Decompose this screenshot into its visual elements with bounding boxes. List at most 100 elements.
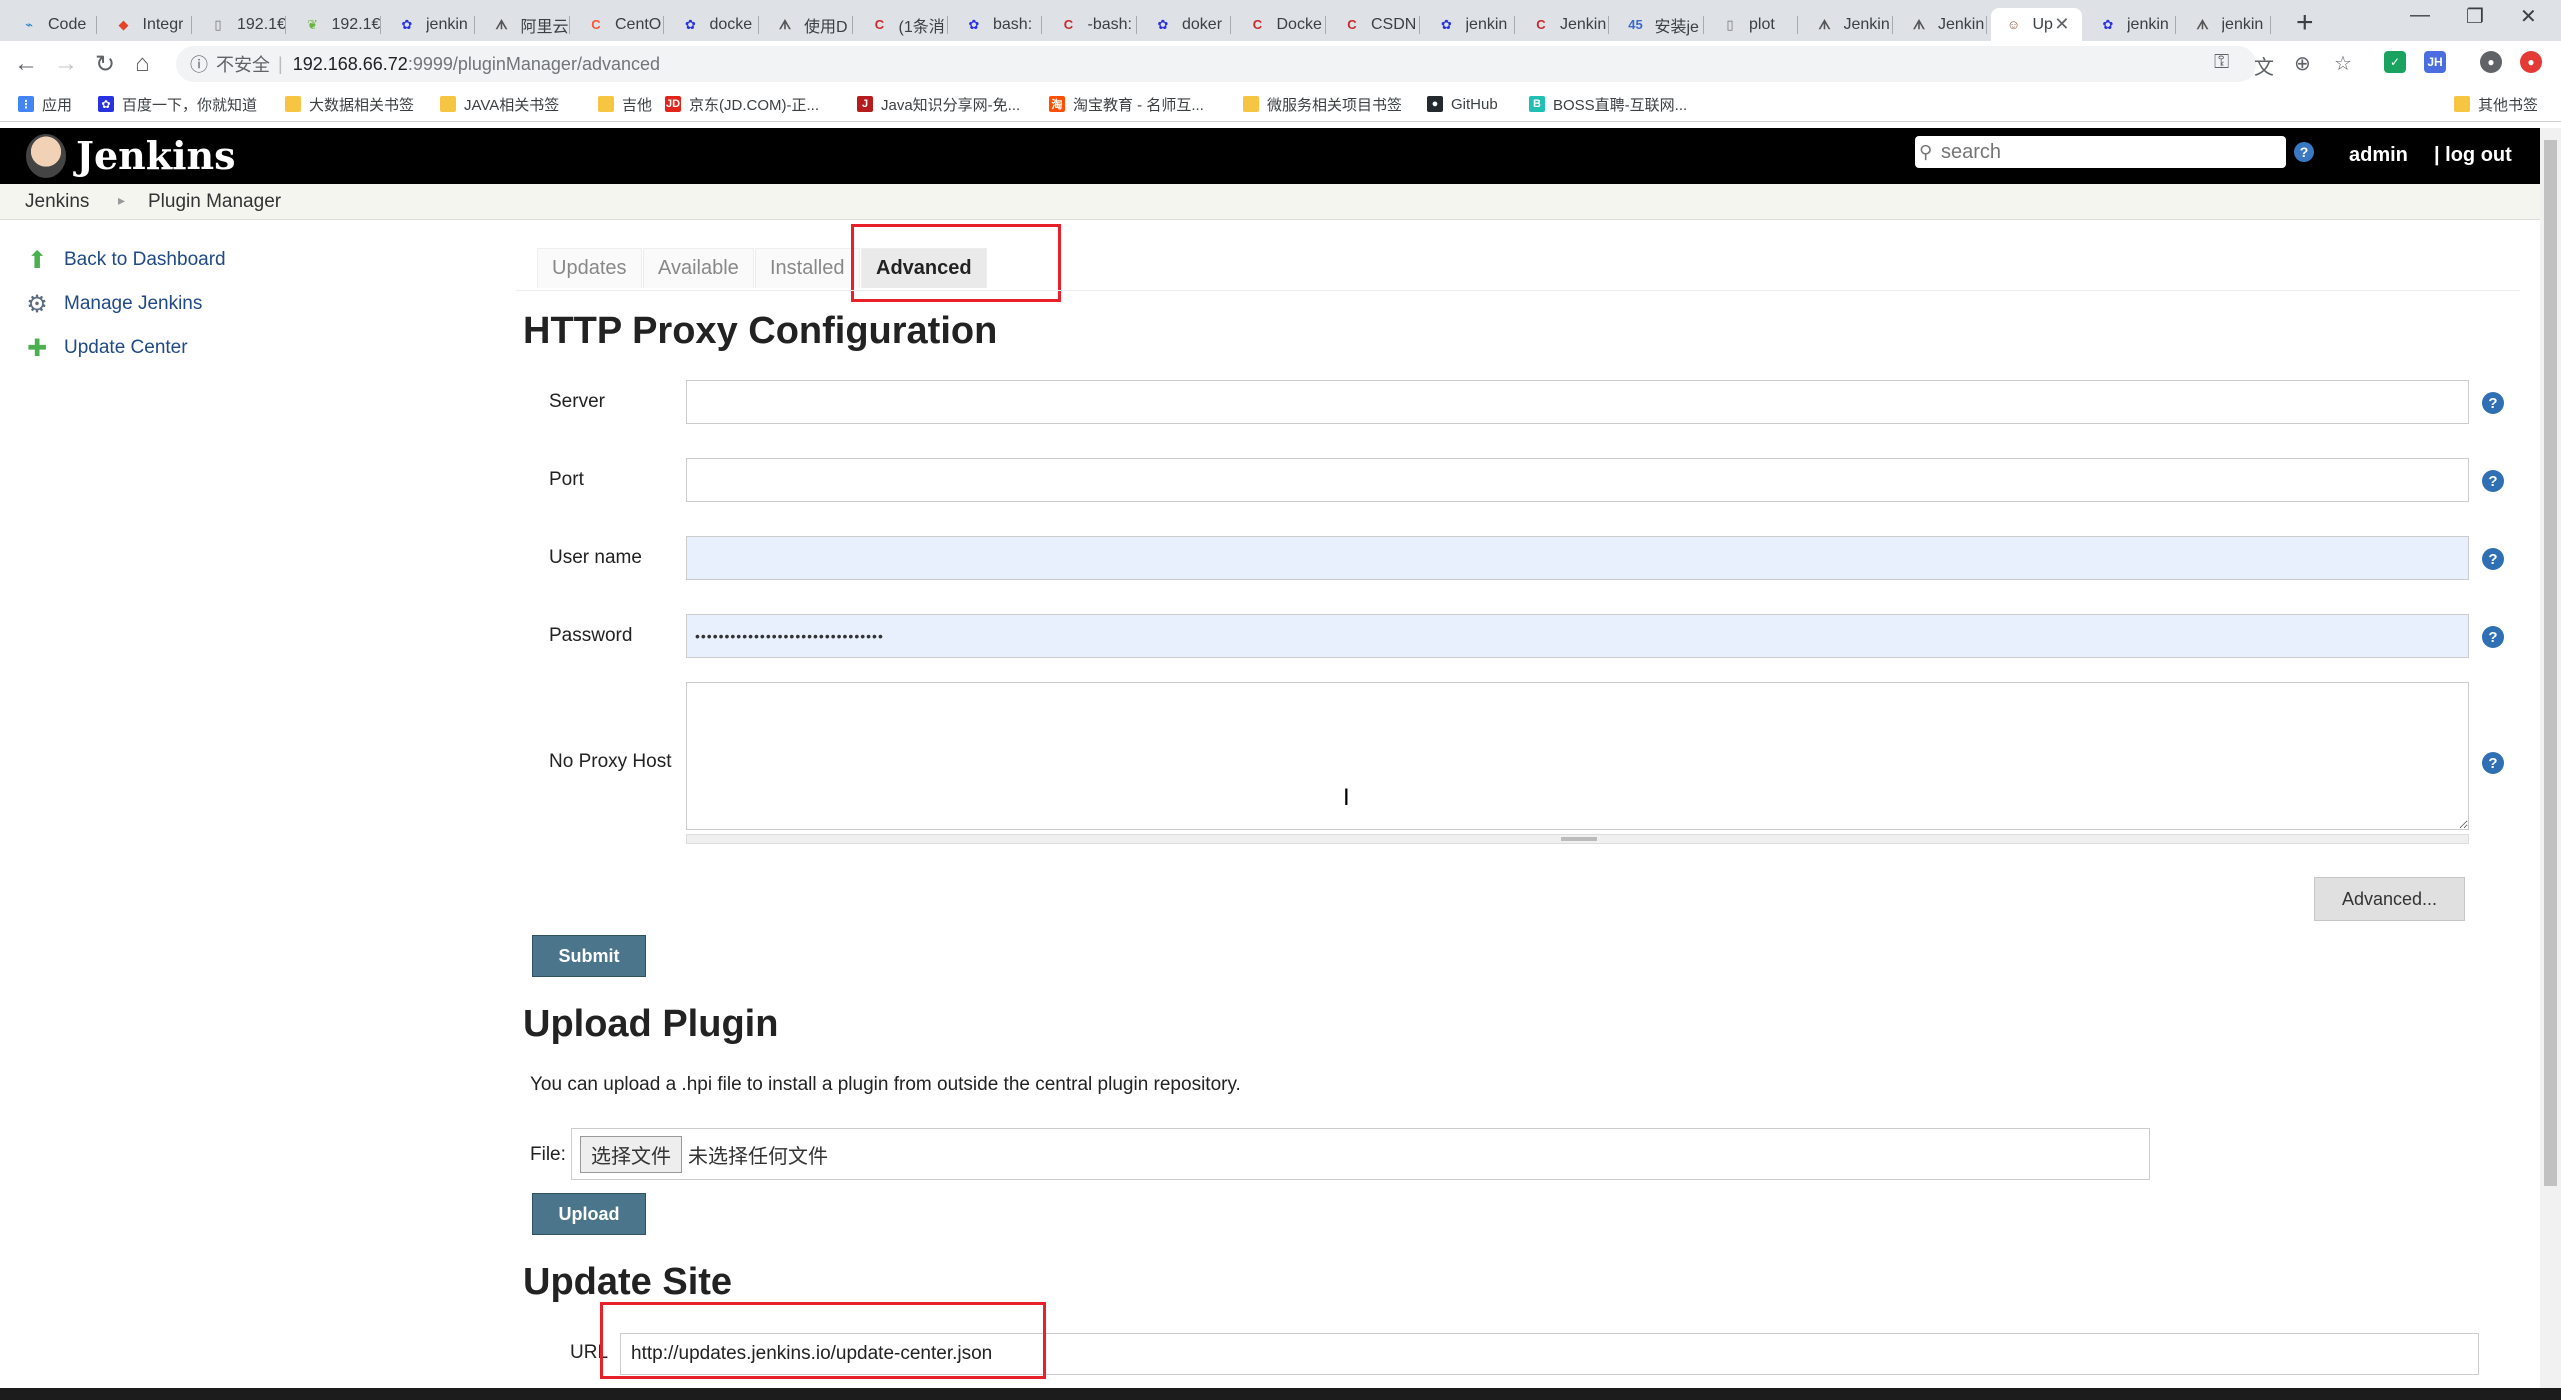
browser-tab[interactable]: ◆ Integr [101,8,192,41]
browser-tab[interactable]: ✿ jenkin [2085,8,2176,41]
highlight-box-url [600,1302,1046,1379]
bookmark-label: 吉他 [622,96,653,114]
search-box[interactable]: ⚲ [1915,136,2286,168]
browser-tab[interactable]: ᗑ 阿里云 [479,8,570,41]
bookmark-item[interactable]: ✿ 百度一下，你就知道 [98,93,257,115]
jenkins-title[interactable]: Jenkins [76,133,236,178]
browser-tab[interactable]: ᗑ 使用D [762,8,853,41]
key-icon[interactable]: ⚿ [2214,51,2229,74]
jh-extension-icon[interactable]: JH [2424,51,2446,73]
back-icon[interactable]: ← [14,50,38,78]
help-icon[interactable]: ? [2482,752,2504,774]
reload-icon[interactable]: ↻ [95,50,115,79]
sidebar-item-update-center[interactable]: ✚ Update Center [22,333,188,363]
help-icon[interactable]: ? [2482,626,2504,648]
gear-icon: ⚙ [26,290,48,318]
info-icon[interactable]: ⓘ [190,51,208,77]
browser-tab[interactable]: ▯ plot [1707,8,1798,41]
shield-extension-icon[interactable]: ✓ [2384,51,2406,73]
browser-tab[interactable]: ✿ bash: [951,8,1042,41]
bookmark-item[interactable]: 微服务相关项目书签 [1243,93,1402,115]
close-tab-icon[interactable]: ✕ [2054,14,2069,35]
page-scrollbar[interactable] [2540,128,2561,1400]
browser-tab[interactable]: ✿ docke [668,8,759,41]
browser-tab-label: Jenkin [1938,15,1985,33]
browser-tab[interactable]: C CSDN [1329,8,1420,41]
bookmark-item[interactable]: B BOSS直聘-互联网... [1529,93,1687,115]
username-input[interactable] [686,536,2469,580]
bookmark-item[interactable]: JD 京东(JD.COM)-正... [665,93,819,115]
browser-tab-label: bash: [993,15,1033,33]
bookmark-item[interactable]: 其他书签 [2454,93,2538,115]
browser-tab[interactable]: ᗑ Jenkin [1896,8,1987,41]
server-input[interactable] [686,380,2469,424]
password-input[interactable]: •••••••••••••••••••••••••••••••• [686,614,2469,658]
textarea-resize-handle[interactable] [686,834,2469,844]
bookmark-item[interactable]: 吉他 [598,93,652,115]
advanced-button[interactable]: Advanced... [2314,877,2465,921]
jenkins-icon: ᗑ [778,16,792,32]
browser-tab[interactable]: C Docke [1235,8,1326,41]
browser-tab-label: Code [48,15,87,33]
no-proxy-host-textarea[interactable] [686,682,2469,830]
browser-tab[interactable]: C -bash: [1046,8,1137,41]
baidu-icon: ✿ [1157,16,1169,32]
forward-icon[interactable]: → [54,50,78,78]
browser-tab[interactable]: ▯ 192.1€ [195,8,286,41]
sidebar-item-back-to-dashboard[interactable]: ⬆ Back to Dashboard [22,245,226,275]
browser-tab[interactable]: C (1条消 [857,8,948,41]
port-input[interactable] [686,458,2469,502]
bookmark-item[interactable]: 淘淘宝教育 - 名师互... [1049,93,1204,115]
bookmark-label: 微服务相关项目书签 [1267,96,1403,114]
home-icon[interactable]: ⌂ [135,50,150,78]
browser-tab[interactable]: ✿ jenkin [384,8,475,41]
user-link[interactable]: admin [2349,144,2408,167]
bookmark-item[interactable]: ● GitHub [1427,93,1498,115]
profile-icon[interactable]: ● [2480,51,2502,73]
tab-available[interactable]: Available [643,248,754,288]
tab-updates[interactable]: Updates [537,248,642,288]
breadcrumb-jenkins[interactable]: Jenkins [25,191,89,213]
bookmark-item[interactable]: ⋮ 应用 [18,93,72,115]
scrollbar-thumb[interactable] [2544,140,2557,1186]
bookmark-item[interactable]: JAVA相关书签 [440,93,559,115]
upload-button[interactable]: Upload [532,1193,646,1235]
new-tab-button[interactable]: + [2296,6,2314,40]
zoom-icon[interactable]: ⊕ [2294,51,2311,76]
server-label: Server [549,391,605,412]
browser-tab[interactable]: ᗑ jenkin [2180,8,2271,41]
submit-button[interactable]: Submit [532,935,646,977]
bookmark-star-icon[interactable]: ☆ [2334,51,2352,76]
tab-installed[interactable]: Installed [755,248,860,288]
browser-tab[interactable]: ☺ Up ✕ [1990,8,2082,41]
search-input[interactable] [1941,140,2271,164]
address-bar[interactable]: ⓘ 不安全 | 192.168.66.72 :9999/pluginManage… [176,46,2256,82]
help-icon[interactable]: ? [2294,142,2314,162]
jenkins-logo[interactable] [26,134,66,178]
breadcrumb-plugin-manager[interactable]: Plugin Manager [148,191,281,213]
browser-tab[interactable]: ✿ doker [1140,8,1231,41]
logout-link[interactable]: | log out [2434,144,2512,167]
bookmark-item[interactable]: J Java知识分享网-免... [857,93,1020,115]
browser-tab[interactable]: ⌁ Code [6,8,97,41]
minimize-icon[interactable]: — [2410,4,2430,27]
restore-icon[interactable]: ❐ [2466,4,2484,29]
extension-alert-icon[interactable]: ● [2520,51,2542,73]
bookmark-item[interactable]: 大数据相关书签 [285,93,414,115]
help-icon[interactable]: ? [2482,392,2504,414]
browser-tab[interactable]: ✿ jenkin [1424,8,1515,41]
help-icon[interactable]: ? [2482,470,2504,492]
browser-tab[interactable]: ᗑ Jenkin [1802,8,1893,41]
translate-icon[interactable]: 文 [2254,51,2274,80]
browser-tab[interactable]: ❦ 192.1€ [290,8,381,41]
bookmark-label: JAVA相关书签 [464,96,560,114]
browser-tab[interactable]: C CentO [573,8,664,41]
browser-tab-label: 安装je [1654,18,1699,36]
sidebar-item-manage-jenkins[interactable]: ⚙ Manage Jenkins [22,289,202,319]
browser-tab[interactable]: C Jenkin [1518,8,1609,41]
file-input[interactable]: 选择文件 未选择任何文件 [571,1128,2150,1180]
browser-tab[interactable]: 45 安装je [1613,8,1704,41]
close-window-icon[interactable]: ✕ [2520,4,2537,29]
choose-file-button[interactable]: 选择文件 [580,1135,682,1173]
help-icon[interactable]: ? [2482,548,2504,570]
